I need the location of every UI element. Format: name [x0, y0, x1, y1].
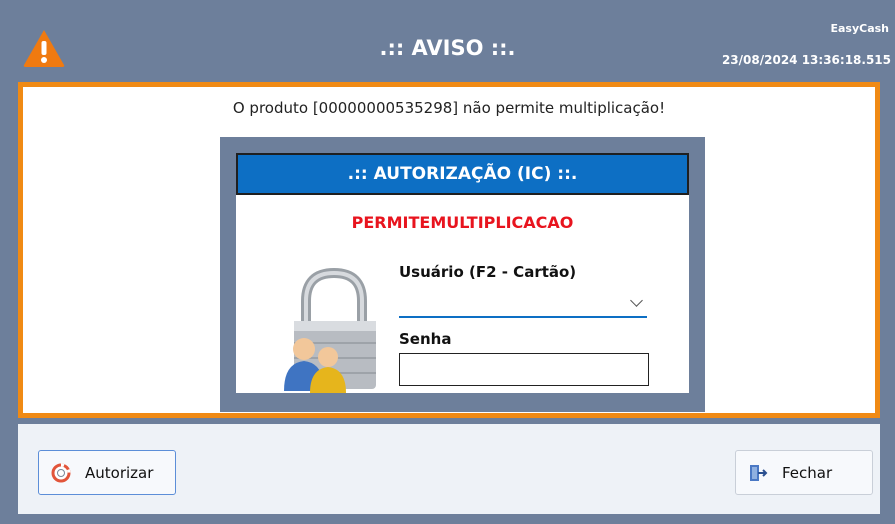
- message-panel: O produto [00000000535298] não permite m…: [18, 82, 880, 418]
- app-name: EasyCash: [830, 22, 889, 35]
- authorize-button[interactable]: Autorizar: [38, 450, 176, 495]
- title-bar: .:: AVISO ::. EasyCash 23/08/2024 13:36:…: [0, 0, 895, 80]
- authorization-panel: .:: AUTORIZAÇÃO (IC) ::. PERMITEMULTIPLI…: [220, 137, 705, 412]
- warning-message: O produto [00000000535298] não permite m…: [232, 99, 666, 117]
- permission-code: PERMITEMULTIPLICACAO: [351, 213, 574, 232]
- lock-users-icon: [284, 267, 376, 393]
- button-bar: Autorizar Fechar: [18, 424, 880, 514]
- authorization-header: .:: AUTORIZAÇÃO (IC) ::.: [236, 153, 689, 195]
- authorize-label: Autorizar: [85, 463, 154, 482]
- password-label: Senha: [399, 330, 452, 348]
- user-label: Usuário (F2 - Cartão): [399, 263, 577, 281]
- datetime-display: 23/08/2024 13:36:18.515: [721, 53, 891, 67]
- user-select[interactable]: [399, 288, 647, 318]
- close-label: Fechar: [782, 463, 833, 482]
- password-input[interactable]: [399, 353, 649, 386]
- authorization-form: .:: AUTORIZAÇÃO (IC) ::. PERMITEMULTIPLI…: [236, 153, 689, 393]
- exit-door-icon: [750, 464, 768, 481]
- close-button[interactable]: Fechar: [735, 450, 873, 495]
- chevron-down-icon[interactable]: [630, 294, 643, 307]
- lifebuoy-icon: [51, 463, 71, 482]
